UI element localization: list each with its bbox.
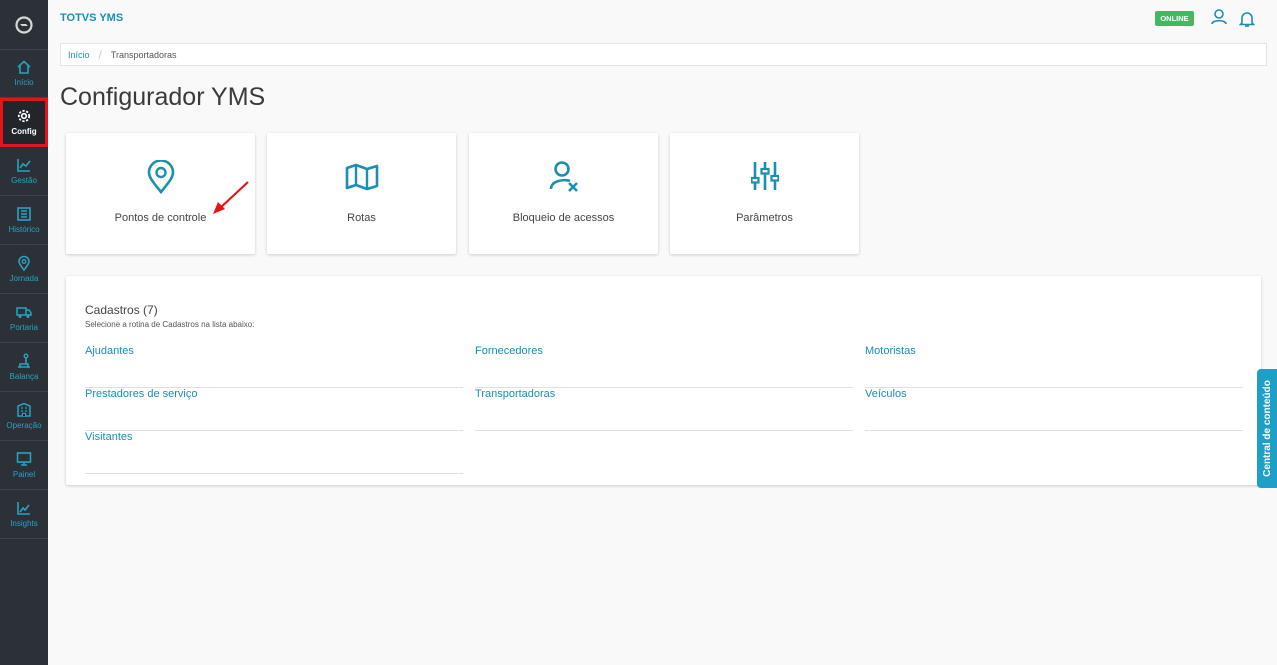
sidebar-item-inicio[interactable]: Início [0, 49, 48, 98]
map-pin-icon [147, 160, 174, 194]
home-icon [17, 60, 31, 74]
sidebar-item-operacao[interactable]: Operação [0, 392, 48, 441]
sidebar-item-painel[interactable]: Painel [0, 441, 48, 490]
link-fornecedores[interactable]: Fornecedores [475, 345, 543, 357]
sidebar-label: Balança [9, 372, 39, 381]
card-rotas[interactable]: Rotas [267, 133, 456, 254]
bell-icon[interactable] [1239, 10, 1255, 28]
breadcrumb-separator: / [98, 47, 102, 62]
sidebar-label: Gestão [11, 176, 37, 185]
list-item: Ajudantes [85, 345, 463, 388]
sidebar-item-jornada[interactable]: Jornada [0, 245, 48, 294]
list-item: Transportadoras [475, 388, 853, 431]
sidebar-label: Insights [10, 519, 38, 528]
side-tab-label: Central de conteúdo [1261, 380, 1273, 477]
breadcrumb-home[interactable]: Início [68, 50, 90, 60]
logo-icon [15, 15, 33, 34]
monitor-icon [16, 452, 32, 466]
link-motoristas[interactable]: Motoristas [865, 345, 916, 357]
cadastros-panel: Cadastros (7) Selecione a rotina de Cada… [66, 276, 1261, 485]
card-label: Bloqueio de acessos [512, 212, 615, 224]
sidebar-item-portaria[interactable]: Portaria [0, 294, 48, 343]
user-block-icon [549, 161, 578, 192]
list-item: Visitantes [85, 431, 463, 474]
list-item: Prestadores de serviço [85, 388, 463, 431]
breadcrumb-current: Transportadoras [110, 49, 177, 60]
list-item: Fornecedores [475, 345, 853, 388]
sidebar-item-insights[interactable]: Insights [0, 490, 48, 539]
sidebar-label: Operação [6, 421, 42, 430]
sidebar-label: Portaria [9, 323, 38, 332]
cadastros-subtitle: Selecione a rotina de Cadastros na lista… [85, 320, 255, 329]
central-de-conteudo-tab[interactable]: Central de conteúdo [1257, 369, 1277, 488]
sidebar-item-historico[interactable]: Histórico [0, 196, 48, 245]
card-parametros[interactable]: Parâmetros [670, 133, 859, 254]
list-item: Motoristas [865, 345, 1243, 388]
breadcrumb: Início / Transportadoras [60, 43, 1267, 66]
sidebar-label: Config [11, 127, 37, 136]
card-label: Parâmetros [736, 212, 793, 224]
status-badge: ONLINE [1155, 11, 1194, 26]
sidebar-item-config[interactable]: Config [0, 98, 48, 147]
sidebar: Início Config Gestão Histórico Jornada P… [0, 0, 48, 665]
sidebar-label: Início [14, 78, 34, 87]
link-transportadoras[interactable]: Transportadoras [475, 388, 555, 400]
pin-icon [18, 255, 30, 271]
sidebar-label: Histórico [8, 225, 40, 234]
page-title: Configurador YMS [60, 83, 266, 111]
sidebar-label: Painel [12, 470, 36, 479]
card-label: Rotas [347, 212, 376, 224]
card-bloqueio-de-acessos[interactable]: Bloqueio de acessos [469, 133, 658, 254]
link-ajudantes[interactable]: Ajudantes [85, 345, 134, 357]
cadastros-title: Cadastros (7) [85, 303, 158, 317]
gear-icon [17, 109, 31, 123]
sliders-icon [750, 162, 779, 190]
scale-icon [18, 353, 30, 368]
app-title: TOTVS YMS [60, 12, 124, 24]
link-veiculos[interactable]: Veículos [865, 388, 907, 400]
app-logo[interactable] [0, 0, 48, 50]
chart-icon [17, 159, 31, 172]
truck-icon [16, 307, 32, 318]
sidebar-label: Jornada [9, 274, 39, 283]
map-icon [345, 163, 378, 191]
list-item: Veículos [865, 388, 1243, 431]
insights-icon [17, 502, 30, 515]
sidebar-item-gestao[interactable]: Gestão [0, 147, 48, 196]
user-icon[interactable] [1210, 8, 1228, 26]
building-icon [17, 402, 31, 417]
sidebar-item-balanca[interactable]: Balança [0, 343, 48, 392]
link-prestadores-de-servico[interactable]: Prestadores de serviço [85, 388, 198, 400]
history-icon [17, 207, 31, 221]
annotation-arrow [213, 181, 249, 214]
link-visitantes[interactable]: Visitantes [85, 431, 133, 443]
